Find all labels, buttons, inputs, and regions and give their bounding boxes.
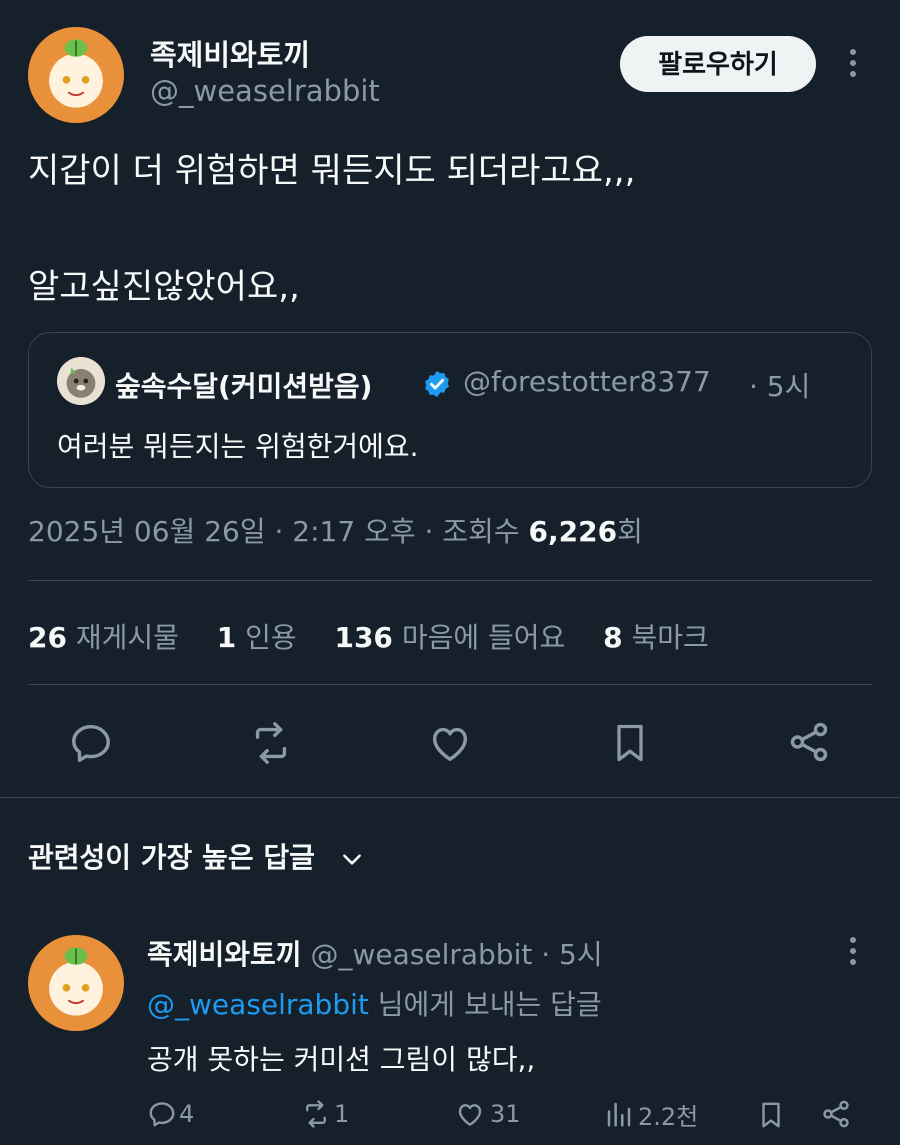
author-name[interactable]: 족제비와토끼 [150,32,310,74]
reply-author-avatar[interactable] [28,935,124,1031]
divider [28,684,872,685]
author-avatar[interactable] [28,27,124,123]
like-icon[interactable] [427,720,473,766]
quotes-stat[interactable]: 1 인용 [217,621,297,654]
quoted-tweet-text: 여러분 뭐든지는 위험한거에요. [57,430,419,463]
like-icon [454,1099,486,1129]
reply-share-icon[interactable] [820,1097,852,1131]
reply-reply-action[interactable]: 4 [147,1096,194,1132]
reply-author-name[interactable]: 족제비와토끼 [147,938,302,971]
follow-button[interactable]: 팔로우하기 [620,36,816,92]
quoted-author-handle: @forestotter8377 [463,365,711,398]
quoted-tweet-card[interactable]: 숲속수달(커미션받음) @forestotter8377 · 5시 여러분 뭐든… [28,332,872,488]
likes-stat[interactable]: 136 마음에 들어요 [334,621,565,654]
reply-bookmark-icon[interactable] [756,1098,786,1132]
reply-time[interactable]: · 5시 [541,938,602,971]
reply-author-handle[interactable]: @_weaselrabbit [310,938,532,971]
replies-sort-dropdown[interactable]: 관련성이 가장 높은 답글 [28,836,365,876]
retweet-count: 1 [334,1100,350,1128]
reply-icon[interactable] [68,720,114,766]
tweet-text-line-2: 알고싶진않았어요,, [28,267,300,307]
reply-header: 족제비와토끼 @_weaselrabbit · 5시 [147,933,603,973]
reply-more-options-icon[interactable] [838,932,868,972]
bookmarks-stat[interactable]: 8 북마크 [603,621,709,654]
views-count: 6,226 [528,515,618,548]
reply-icon [147,1099,177,1129]
more-options-icon[interactable] [838,44,868,84]
chevron-down-icon [339,846,365,872]
verified-badge-icon [422,369,452,399]
tweet-datetime[interactable]: 2025년 06월 26일 · 2:17 오후 · 조회수 [28,515,528,548]
reply-count: 4 [179,1100,195,1128]
reply-views-action[interactable]: 2.2천 [604,1096,698,1132]
like-count: 31 [490,1100,521,1128]
replying-to: @_weaselrabbit 님에게 보내는 답글 [147,983,602,1023]
bookmark-icon[interactable] [608,720,652,766]
retweet-icon[interactable] [246,720,296,766]
tweet-meta: 2025년 06월 26일 · 2:17 오후 · 조회수 6,226회 [28,510,643,550]
tweet-text-line-1: 지갑이 더 위험하면 뭐든지도 되더라고요,,, [28,151,636,191]
analytics-icon [604,1099,634,1129]
view-count: 2.2천 [638,1102,699,1131]
reply-retweet-action[interactable]: 1 [300,1096,349,1132]
quoted-author-name: 숲속수달(커미션받음) [115,370,373,403]
quoted-time: · 5시 [749,370,811,403]
reply-like-action[interactable]: 31 [454,1096,521,1132]
replying-to-handle-link[interactable]: @_weaselrabbit [147,988,369,1021]
replying-to-suffix: 님에게 보내는 답글 [368,988,602,1021]
author-handle[interactable]: @_weaselrabbit [150,74,380,108]
quoted-author-avatar [57,357,105,405]
retweet-icon [300,1099,332,1129]
section-divider [0,797,900,798]
replies-sort-label: 관련성이 가장 높은 답글 [28,841,315,874]
retweets-stat[interactable]: 26 재게시물 [28,621,179,654]
views-suffix: 회 [617,515,643,548]
divider [28,580,872,581]
share-icon[interactable] [786,718,832,766]
engagement-stats: 26 재게시물 1 인용 136 마음에 들어요 8 북마크 [28,616,709,656]
reply-text: 공개 못하는 커미션 그림이 많다,, [147,1043,536,1076]
